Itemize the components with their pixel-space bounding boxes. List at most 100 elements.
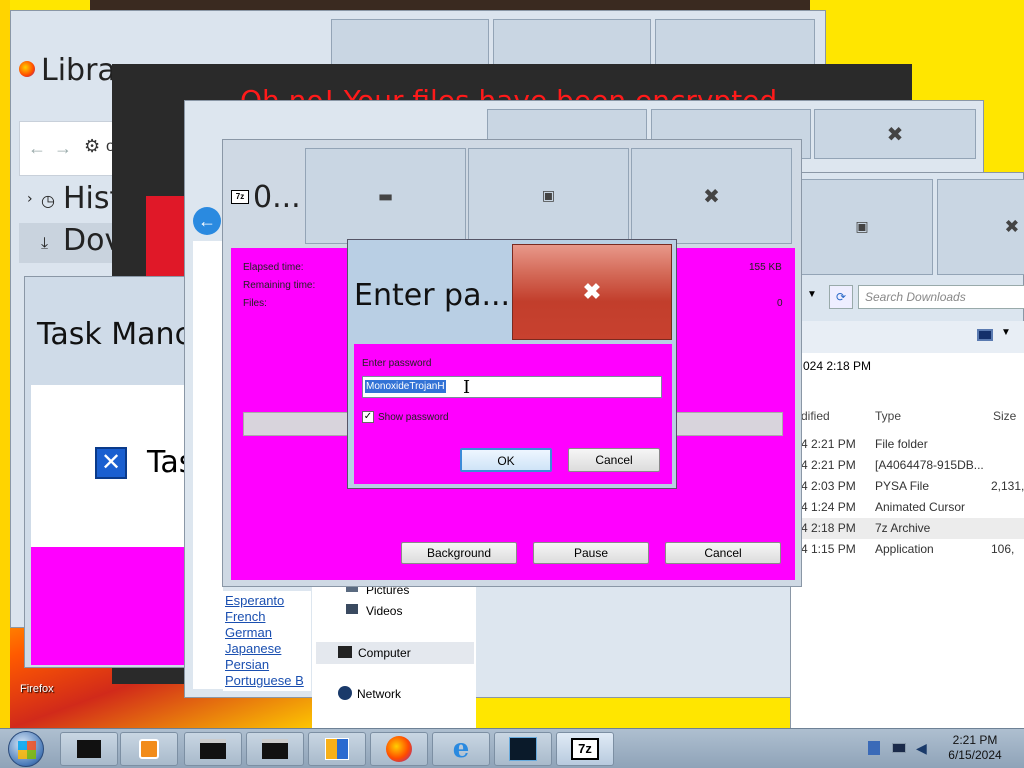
taskbar-app-explorer[interactable] (308, 732, 366, 766)
ff-close-button[interactable] (655, 19, 815, 69)
task-manager-magenta-area (31, 547, 195, 665)
downloads-close-button[interactable]: ✖ (937, 179, 1024, 275)
console-icon (200, 739, 226, 759)
files-value: 0 (777, 298, 783, 309)
console-icon (262, 739, 288, 759)
show-password-label: Show password (378, 412, 449, 423)
refresh-icon[interactable]: ⟳ (829, 285, 853, 309)
chevron-right-icon: › (27, 191, 33, 207)
internet-explorer-icon: e (452, 734, 470, 764)
row-date: 4 2:03 PM (801, 479, 856, 493)
row-type: 7z Archive (875, 521, 931, 535)
start-button[interactable] (8, 731, 44, 767)
taskbar: e 7z ◀ 2:21 PM 6/15/2024 (0, 728, 1024, 768)
table-row[interactable]: 4 2:03 PM PYSA File 2,131, (791, 476, 1024, 497)
task-manager-window[interactable]: Task Manc ✕ Tas (24, 276, 195, 668)
dialog-body: Enter password MonoxideTrojanH I ✓ Show … (354, 344, 672, 484)
media-player-icon (139, 739, 159, 759)
dialog-close-button[interactable]: ✖ (512, 244, 672, 340)
language-link[interactable]: Esperanto (225, 593, 304, 609)
task-manager-content: ✕ Tas (31, 385, 195, 547)
back-arrow-icon[interactable]: ← (193, 207, 221, 235)
search-input[interactable]: Search Downloads (858, 285, 1024, 309)
tray-clock[interactable]: 2:21 PM 6/15/2024 (940, 733, 1010, 763)
language-link[interactable]: Portuguese B (225, 673, 304, 689)
monitor-icon (509, 737, 537, 761)
tray-volume-icon[interactable]: ◀ (916, 740, 928, 756)
downloads-maximize-button[interactable]: ▣ (791, 179, 933, 275)
cancel-button[interactable]: Cancel (665, 542, 781, 564)
tray-action-center-icon[interactable] (868, 741, 880, 755)
windows-logo-icon (18, 741, 36, 759)
language-link[interactable]: Persian (225, 657, 304, 673)
password-dialog[interactable]: Enter pa... ✖ Enter password MonoxideTro… (347, 239, 677, 489)
password-input[interactable]: MonoxideTrojanH I (362, 376, 662, 398)
taskbar-app-ie[interactable]: e (432, 732, 490, 766)
close-icon: ✖ (582, 279, 602, 304)
row-type: [A4064478-915DB... (875, 458, 984, 472)
taskbar-app-media[interactable] (120, 732, 178, 766)
back-button[interactable]: ← (28, 138, 46, 159)
language-link[interactable]: Japanese (225, 641, 304, 657)
text-cursor-icon: I (463, 377, 471, 398)
row-date: 4 2:21 PM (801, 458, 856, 472)
table-row[interactable]: 4 1:15 PM Application 106, (791, 539, 1024, 560)
table-row[interactable]: 4 1:24 PM Animated Cursor (791, 497, 1024, 518)
files-label: Files: (243, 298, 267, 309)
column-header-type[interactable]: Type (875, 409, 901, 423)
chevron-down-icon[interactable]: ▼ (1001, 327, 1011, 338)
show-password-checkbox[interactable]: ✓ (362, 411, 374, 423)
taskbar-app-7zip[interactable]: 7z (556, 732, 614, 766)
column-header-date[interactable]: dified (801, 409, 830, 423)
row-date: 4 1:24 PM (801, 500, 856, 514)
zip-close-button[interactable]: ✖ (631, 148, 792, 244)
taskbar-app-console[interactable] (184, 732, 242, 766)
table-row[interactable]: 4 2:21 PM File folder (791, 434, 1024, 455)
firefox-desktop-label[interactable]: Firefox (20, 683, 54, 695)
column-header-size[interactable]: Size (993, 409, 1016, 423)
language-link[interactable]: French (225, 609, 304, 625)
view-icon[interactable] (977, 329, 993, 341)
explorer-close-button[interactable]: ✖ (814, 109, 976, 159)
maximize-icon: ▣ (855, 219, 869, 235)
pause-button[interactable]: Pause (533, 542, 649, 564)
file-list: 024 2:18 PM dified Type Size 4 2:21 PM Fi… (791, 353, 1024, 729)
computer-icon (338, 646, 352, 658)
close-icon: ✖ (703, 184, 720, 208)
gear-icon[interactable]: ⚙ (84, 136, 100, 157)
ff-maximize-button[interactable] (493, 19, 651, 69)
nav-item-computer[interactable]: Computer (316, 642, 474, 664)
group-date: 024 2:18 PM (803, 359, 872, 373)
table-row[interactable]: 4 2:21 PM [A4064478-915DB... (791, 455, 1024, 476)
dropdown-arrow-icon[interactable]: ▼ (807, 289, 823, 305)
taskbar-app-dark[interactable] (60, 732, 118, 766)
ok-button[interactable]: OK (460, 448, 552, 472)
nav-item-label: Computer (358, 646, 411, 660)
taskbar-app-monitor[interactable] (494, 732, 552, 766)
language-link[interactable]: German (225, 625, 304, 641)
firefox-icon (386, 736, 412, 762)
network-icon (338, 686, 352, 700)
ff-minimize-button[interactable] (331, 19, 489, 69)
zip-window-title: 0... (253, 180, 301, 215)
tray-network-icon[interactable] (892, 743, 906, 753)
table-row[interactable]: 4 2:18 PM 7z Archive (791, 518, 1024, 539)
zip-minimize-button[interactable]: ▬ (305, 148, 466, 244)
row-size: 2,131, (991, 479, 1024, 493)
nav-item-network[interactable]: Network (357, 687, 401, 701)
dialog-cancel-button[interactable]: Cancel (568, 448, 660, 472)
taskbar-app-console-2[interactable] (246, 732, 304, 766)
taskbar-app-firefox[interactable] (370, 732, 428, 766)
remaining-label: Remaining time: (243, 280, 316, 291)
minimize-icon: ▬ (377, 186, 394, 206)
close-icon: ✖ (886, 122, 904, 146)
background-button[interactable]: Background (401, 542, 517, 564)
clock-date: 6/15/2024 (948, 748, 1002, 762)
zip-maximize-button[interactable]: ▣ (468, 148, 629, 244)
forward-button[interactable]: → (54, 138, 72, 159)
row-type: Application (875, 542, 934, 556)
dialog-title: Enter pa... (354, 278, 511, 313)
downloads-window[interactable]: ▣ ✖ ▼ ⟳ Search Downloads ▼ 024 2:18 PM d… (790, 172, 1024, 729)
nav-item-videos[interactable]: Videos (366, 604, 402, 618)
language-list: Esperanto French German Japanese Persian… (223, 591, 311, 691)
